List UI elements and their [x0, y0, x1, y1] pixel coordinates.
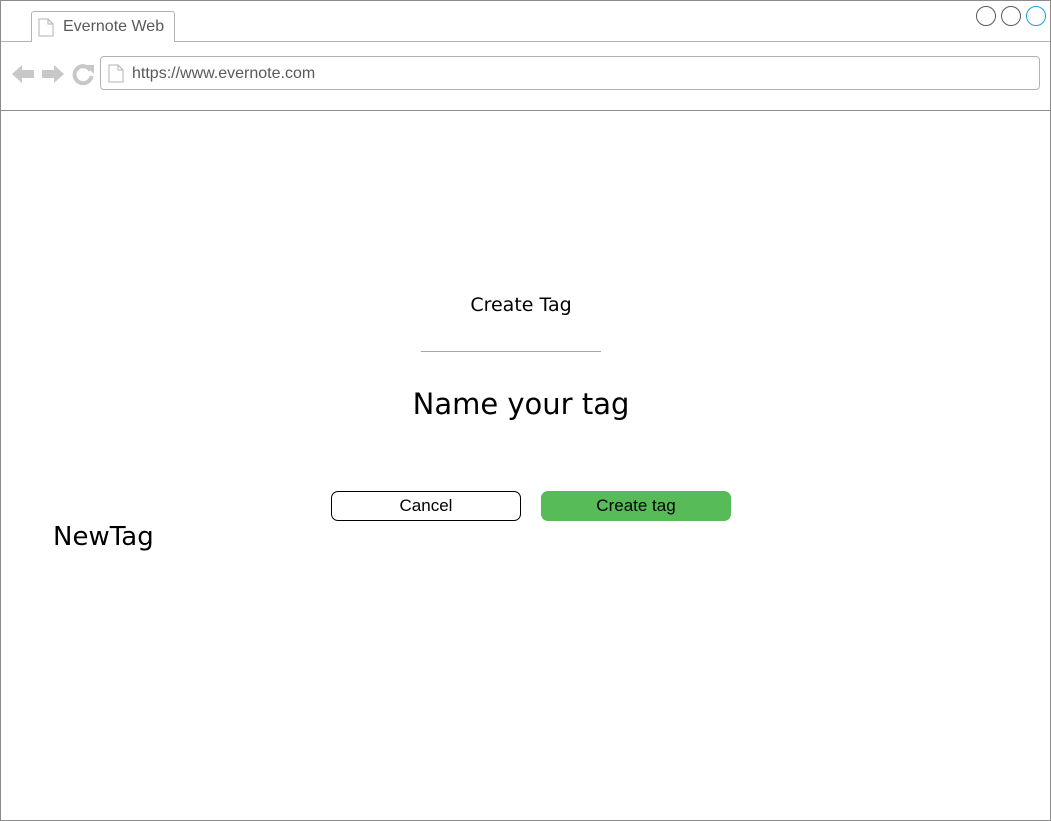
forward-arrow-icon[interactable]: [41, 62, 65, 86]
address-bar[interactable]: https://www.evernote.com: [100, 56, 1040, 90]
tab-title: Evernote Web: [63, 18, 165, 35]
tag-name-input[interactable]: NewTag: [53, 522, 154, 552]
dialog-title: Create Tag: [470, 294, 572, 316]
reload-icon[interactable]: [71, 62, 95, 86]
page-icon: [38, 18, 54, 37]
tab-bar: Evernote Web: [1, 1, 1050, 42]
url-text: https://www.evernote.com: [132, 65, 316, 82]
back-arrow-icon[interactable]: [11, 62, 35, 86]
minimize-button[interactable]: [976, 6, 996, 26]
maximize-button[interactable]: [1026, 6, 1046, 26]
cancel-button[interactable]: Cancel: [331, 491, 521, 521]
window-controls: [976, 6, 1046, 28]
navigation-bar: https://www.evernote.com: [1, 42, 1050, 111]
name-tag-heading: Name your tag: [412, 387, 630, 421]
create-tag-button[interactable]: Create tag: [541, 491, 731, 521]
browser-tab[interactable]: Evernote Web: [31, 11, 175, 42]
browser-window: Evernote Web https://www.evernote.com Cr…: [0, 0, 1051, 821]
title-divider: [421, 351, 601, 352]
page-icon: [108, 64, 124, 83]
restore-button[interactable]: [1001, 6, 1021, 26]
